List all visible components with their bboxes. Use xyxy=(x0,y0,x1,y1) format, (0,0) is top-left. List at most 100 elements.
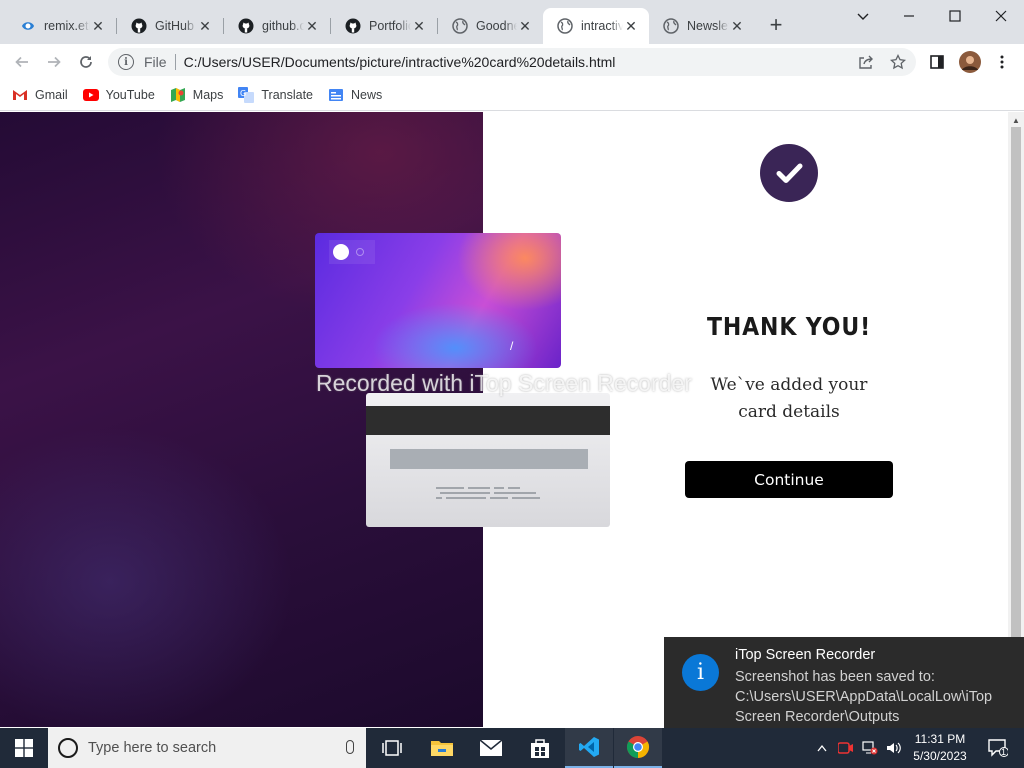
search-placeholder: Type here to search xyxy=(88,740,217,756)
github-icon xyxy=(131,18,147,34)
github-icon xyxy=(345,18,361,34)
back-button[interactable] xyxy=(8,48,36,76)
close-icon[interactable]: ✕ xyxy=(623,18,639,34)
tab-title: github.com xyxy=(262,19,304,33)
forward-button[interactable] xyxy=(40,48,68,76)
minimize-button[interactable] xyxy=(886,0,932,32)
action-center-button[interactable]: 1 xyxy=(978,728,1018,768)
tab-newsletter[interactable]: Newsletter ✕ xyxy=(649,8,755,44)
new-tab-button[interactable]: + xyxy=(764,14,788,38)
close-icon[interactable]: ✕ xyxy=(197,18,213,34)
taskbar-search[interactable]: Type here to search xyxy=(48,728,366,768)
tab-intractive[interactable]: intractive ✕ xyxy=(543,8,649,44)
github-icon xyxy=(238,18,254,34)
system-clock[interactable]: 11:31 PM 5/30/2023 xyxy=(905,731,975,765)
vscode-icon xyxy=(579,737,599,757)
continue-button[interactable]: Continue xyxy=(685,461,893,498)
magnetic-stripe xyxy=(366,406,610,435)
address-bar[interactable]: i File C:/Users/USER/Documents/picture/i… xyxy=(108,48,916,76)
close-icon[interactable]: ✕ xyxy=(729,18,745,34)
bookmark-star-button[interactable] xyxy=(884,48,912,76)
bookmark-label: Gmail xyxy=(35,88,68,102)
side-panel-button[interactable] xyxy=(923,48,951,76)
cortana-icon xyxy=(58,738,78,758)
microphone-icon[interactable] xyxy=(346,740,354,754)
vscode-button[interactable] xyxy=(565,728,613,768)
vertical-scrollbar[interactable]: ▲ xyxy=(1008,112,1024,727)
bookmark-label: Translate xyxy=(261,88,314,102)
side-panel-icon xyxy=(930,55,944,69)
card-expiry-mark: / xyxy=(510,339,514,353)
bookmark-gmail[interactable]: Gmail xyxy=(12,87,68,103)
task-view-icon xyxy=(382,740,402,756)
thank-you-heading: THANK YOU! xyxy=(706,312,872,341)
show-hidden-icons-button[interactable] xyxy=(812,728,832,768)
globe-icon xyxy=(663,18,679,34)
card-logo-circle xyxy=(333,244,349,260)
close-icon[interactable]: ✕ xyxy=(304,18,320,34)
volume-icon[interactable] xyxy=(884,728,904,768)
avatar xyxy=(959,51,981,73)
scrollbar-thumb[interactable] xyxy=(1011,127,1021,647)
translate-icon: G xyxy=(238,87,255,103)
notification-title: iTop Screen Recorder xyxy=(735,647,876,663)
chrome-icon xyxy=(627,736,649,758)
bookmark-label: YouTube xyxy=(105,88,155,102)
bookmark-youtube[interactable]: YouTube xyxy=(82,87,155,103)
file-explorer-button[interactable] xyxy=(418,728,466,768)
svg-text:G: G xyxy=(240,89,246,98)
tab-title: Newsletter xyxy=(687,19,729,33)
tab-github-com[interactable]: github.com ✕ xyxy=(224,8,330,44)
bookmark-maps[interactable]: Maps xyxy=(170,87,224,103)
chrome-button[interactable] xyxy=(614,728,662,768)
share-button[interactable] xyxy=(852,48,880,76)
store-icon xyxy=(531,739,549,758)
scroll-up-icon[interactable]: ▲ xyxy=(1012,116,1020,125)
notification-body: Screenshot has been saved to: C:\Users\U… xyxy=(735,669,993,725)
thank-you-message: We`ve added your card details xyxy=(710,375,868,422)
clock-date: 5/30/2023 xyxy=(913,749,967,763)
close-icon[interactable]: ✕ xyxy=(90,18,106,34)
reload-button[interactable] xyxy=(72,48,100,76)
bookmark-label: Maps xyxy=(192,88,224,102)
close-window-button[interactable] xyxy=(978,0,1024,32)
windows-taskbar: Type here to search 11:31 PM 5/30/2023 1 xyxy=(0,728,1024,768)
folder-icon xyxy=(431,741,453,756)
menu-button[interactable] xyxy=(988,48,1016,76)
signature-strip xyxy=(390,449,588,469)
task-view-button[interactable] xyxy=(368,728,416,768)
store-button[interactable] xyxy=(516,728,564,768)
network-icon[interactable] xyxy=(860,728,880,768)
star-icon xyxy=(890,54,906,70)
bookmark-label: News xyxy=(351,88,383,102)
url-text[interactable]: C:/Users/USER/Documents/picture/intracti… xyxy=(184,54,616,70)
tab-remix[interactable]: remix.eth ✕ xyxy=(6,8,116,44)
tab-portfolio[interactable]: Portfolio ✕ xyxy=(331,8,437,44)
start-button[interactable] xyxy=(0,728,48,768)
recorder-tray-icon[interactable] xyxy=(836,728,856,768)
maximize-icon xyxy=(949,10,961,22)
gmail-icon xyxy=(12,87,28,103)
forward-arrow-icon xyxy=(48,56,61,68)
file-scheme-label: File xyxy=(144,54,167,70)
success-check-icon xyxy=(760,144,818,202)
bookmark-translate[interactable]: G Translate xyxy=(238,87,313,103)
mail-button[interactable] xyxy=(467,728,515,768)
clock-time: 11:31 PM xyxy=(914,732,966,746)
card-logo-ring xyxy=(356,248,364,256)
windows-logo-icon xyxy=(15,739,33,757)
maximize-button[interactable] xyxy=(932,0,978,32)
tab-github[interactable]: GitHub ✕ xyxy=(117,8,223,44)
tab-search-button[interactable] xyxy=(840,0,886,32)
tab-title: intractive xyxy=(581,19,623,33)
close-icon[interactable]: ✕ xyxy=(411,18,427,34)
profile-avatar[interactable] xyxy=(956,48,984,76)
close-icon[interactable]: ✕ xyxy=(517,18,533,34)
bookmark-news[interactable]: News xyxy=(328,87,382,103)
tab-goodness[interactable]: Goodness ✕ xyxy=(438,8,543,44)
info-icon[interactable]: i xyxy=(118,54,134,70)
info-icon: i xyxy=(682,654,719,691)
page-viewport: / THANK YOU! We`ve added your card detai… xyxy=(0,112,1024,727)
reload-icon xyxy=(80,56,92,68)
notification-toast[interactable]: i iTop Screen Recorder Screenshot has be… xyxy=(664,637,1024,728)
